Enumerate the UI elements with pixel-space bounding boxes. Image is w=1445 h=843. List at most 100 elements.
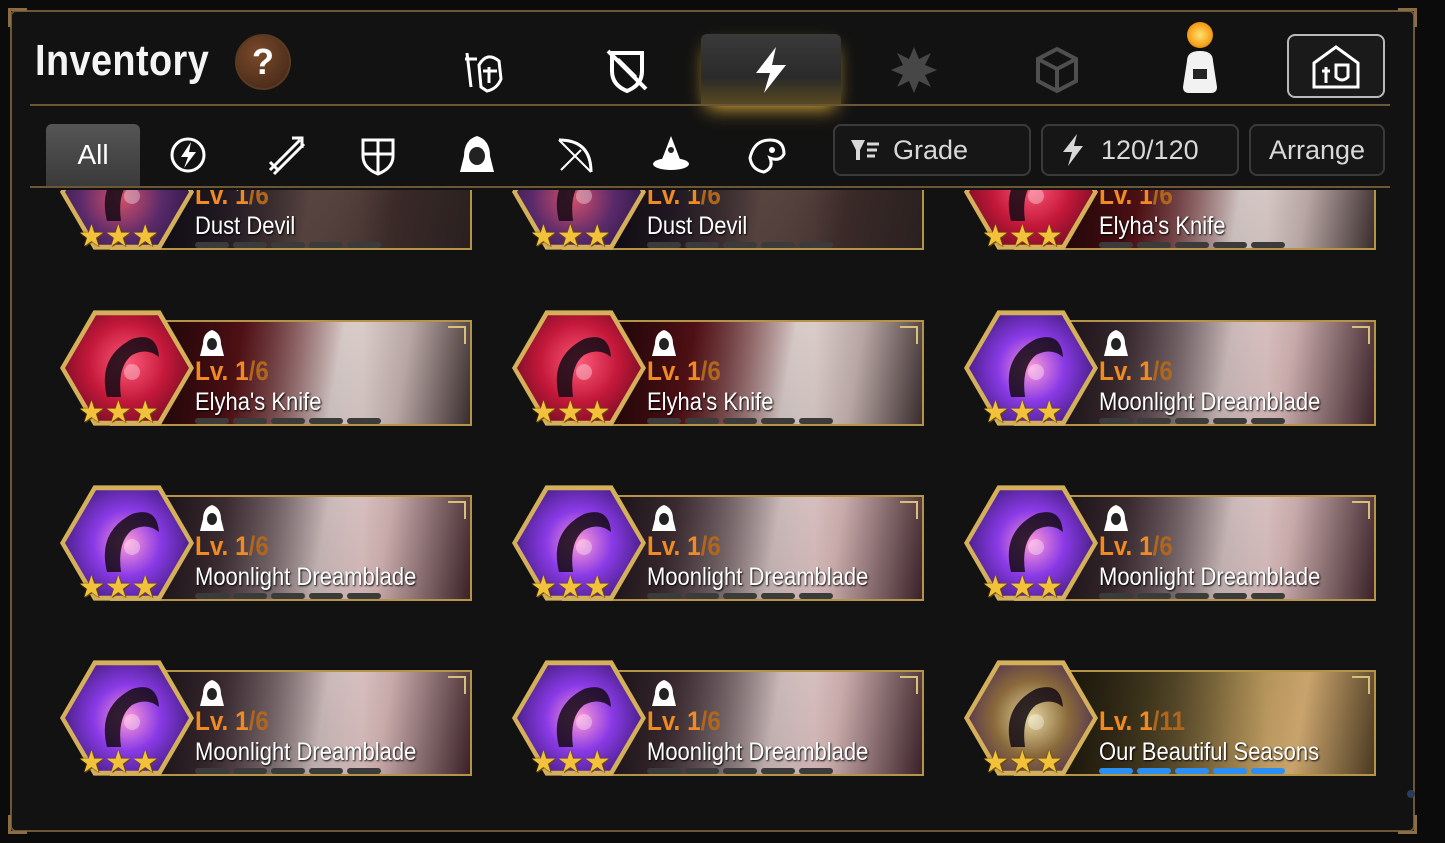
filter-tab-shield[interactable] — [331, 124, 425, 186]
grade-filter-button[interactable]: Grade — [833, 124, 1031, 176]
progress-segment — [1251, 593, 1285, 599]
inventory-card[interactable]: ★★★ Lv. 1/6 Moonlight Dreamblade — [50, 483, 472, 603]
level-max: /6 — [700, 190, 721, 210]
capacity-indicator[interactable]: 120/120 — [1041, 124, 1239, 176]
item-level: Lv. 1/6 — [195, 706, 269, 737]
item-level: Lv. 1/6 — [647, 356, 721, 387]
progress-segment — [1175, 768, 1209, 774]
tab-emblem[interactable] — [844, 34, 984, 106]
stars: ★★★ — [982, 220, 1063, 253]
level-prefix: Lv. — [195, 356, 236, 386]
progress-segment — [1251, 242, 1285, 248]
level-max: /6 — [248, 356, 269, 386]
filter-tab-bow[interactable] — [527, 124, 621, 186]
filter-tab-crossed-arrows[interactable] — [238, 124, 332, 186]
level-current: 1 — [1139, 706, 1153, 736]
splatter-emblem-icon — [891, 47, 937, 93]
item-level: Lv. 1/6 — [195, 531, 269, 562]
star-rating: ★★★ — [530, 573, 611, 603]
item-name: Moonlight Dreamblade — [647, 563, 869, 591]
divider — [30, 104, 1390, 106]
lightning-icon — [1063, 134, 1083, 166]
progress-segment — [761, 768, 795, 774]
item-level: Lv. 1/6 — [647, 531, 721, 562]
progress-segment — [233, 242, 267, 248]
card-corner-mark — [448, 326, 466, 344]
filter-tab-all[interactable]: All — [46, 124, 140, 186]
level-max: /6 — [248, 706, 269, 736]
progress-segment — [195, 242, 229, 248]
house-button[interactable] — [1287, 34, 1385, 98]
inventory-card[interactable]: ★★★ Lv. 1/6 Moonlight Dreamblade — [50, 658, 472, 778]
filter-tab-wizard[interactable] — [623, 124, 717, 186]
level-current: 1 — [235, 531, 249, 561]
progress-segment — [1099, 242, 1133, 248]
house-helmet-icon — [1312, 45, 1360, 89]
inventory-card[interactable]: ★★★ Lv. 1/6 Moonlight Dreamblade — [954, 483, 1376, 603]
level-prefix: Lv. — [1099, 190, 1140, 210]
progress-segment — [1251, 768, 1285, 774]
stars: ★★★ — [530, 746, 611, 779]
progress-segment — [799, 593, 833, 599]
level-current: 1 — [235, 190, 249, 210]
filter-tab-lightning-orb[interactable] — [141, 124, 235, 186]
level-max: /6 — [700, 531, 721, 561]
inventory-grid[interactable]: ★★★ Lv. 1/6 Dust Devil ★★★ Lv. 1/6 Dust Devil… — [40, 190, 1390, 820]
tab-shield-off[interactable] — [557, 34, 697, 106]
inventory-card[interactable]: ★★★ Lv. 1/6 Moonlight Dreamblade — [954, 308, 1376, 428]
progress-segment — [685, 242, 719, 248]
progress-segment — [723, 242, 757, 248]
upgrade-progress — [195, 242, 381, 248]
inventory-card[interactable]: ★★★ Lv. 1/6 Elyha's Knife — [954, 190, 1376, 252]
level-current: 1 — [235, 706, 249, 736]
progress-segment — [271, 242, 305, 248]
tab-cube[interactable] — [987, 34, 1127, 106]
inventory-card[interactable]: ★★★ Lv. 1/6 Dust Devil — [502, 190, 924, 252]
inventory-card[interactable]: ★★★ Lv. 1/6 Elyha's Knife — [50, 308, 472, 428]
level-max: /6 — [248, 531, 269, 561]
progress-segment — [347, 242, 381, 248]
filter-tab-spirit[interactable] — [720, 124, 814, 186]
progress-segment — [347, 418, 381, 424]
progress-segment — [1251, 418, 1285, 424]
arrange-button[interactable]: Arrange — [1249, 124, 1385, 176]
progress-segment — [1213, 242, 1247, 248]
progress-segment — [647, 768, 681, 774]
inventory-card[interactable]: ★★★ Lv. 1/6 Elyha's Knife — [502, 308, 924, 428]
star-rating: ★★★ — [982, 573, 1063, 603]
card-corner-mark — [448, 676, 466, 694]
progress-segment — [1137, 418, 1171, 424]
inventory-card[interactable]: ★★★ Lv. 1/6 Moonlight Dreamblade — [502, 483, 924, 603]
progress-segment — [309, 768, 343, 774]
upgrade-progress — [195, 418, 381, 424]
item-name: Moonlight Dreamblade — [1099, 388, 1321, 416]
upgrade-progress — [1099, 768, 1285, 774]
progress-segment — [647, 242, 681, 248]
tab-knight[interactable] — [414, 34, 554, 106]
progress-segment — [195, 418, 229, 424]
inventory-card[interactable]: ★★★ Lv. 1/11 Our Beautiful Seasons — [954, 658, 1376, 778]
frame-corner — [1398, 815, 1417, 834]
progress-segment — [761, 242, 795, 248]
progress-segment — [309, 242, 343, 248]
level-max: /6 — [700, 356, 721, 386]
progress-segment — [723, 418, 757, 424]
scrollbar-indicator[interactable] — [1407, 790, 1415, 798]
filter-tab-hooded[interactable] — [430, 124, 524, 186]
progress-segment — [761, 593, 795, 599]
level-current: 1 — [1139, 356, 1153, 386]
progress-segment — [799, 768, 833, 774]
progress-segment — [195, 593, 229, 599]
inventory-card[interactable]: ★★★ Lv. 1/6 Moonlight Dreamblade — [502, 658, 924, 778]
level-max: /6 — [700, 706, 721, 736]
progress-segment — [309, 593, 343, 599]
stars: ★★★ — [78, 746, 159, 779]
tab-lightning[interactable] — [701, 34, 841, 106]
level-prefix: Lv. — [647, 190, 688, 210]
shield-icon — [361, 138, 395, 176]
help-button[interactable]: ? — [235, 34, 291, 90]
hooded-figure-icon — [200, 680, 224, 706]
upgrade-progress — [647, 768, 833, 774]
progress-segment — [271, 418, 305, 424]
inventory-card[interactable]: ★★★ Lv. 1/6 Dust Devil — [50, 190, 472, 252]
